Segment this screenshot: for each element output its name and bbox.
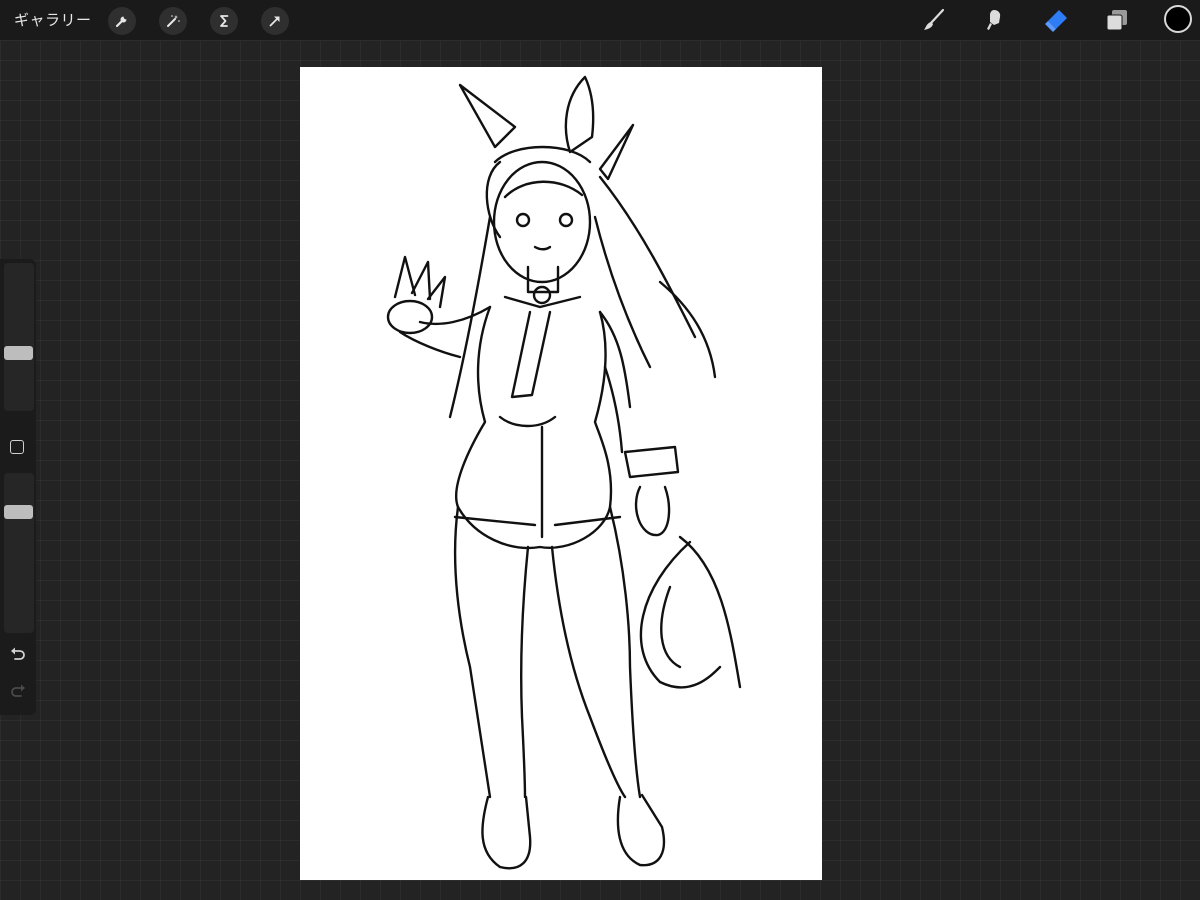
transform-arrow-icon (269, 16, 280, 27)
top-toolbar: ギャラリー (0, 0, 1200, 41)
selection-icon (220, 15, 229, 27)
color-picker-swatch[interactable] (1164, 5, 1192, 33)
left-sidebar (0, 259, 36, 715)
eraser-icon (1045, 10, 1067, 32)
drawing-canvas[interactable] (300, 67, 822, 880)
line-art-sketch (386, 75, 742, 870)
eraser-button[interactable] (1042, 6, 1070, 34)
redo-icon[interactable] (8, 682, 28, 702)
brush-size-handle[interactable] (4, 346, 33, 361)
magic-wand-icon (167, 15, 180, 27)
smudge-button[interactable] (980, 6, 1008, 34)
brush-icon (924, 8, 945, 30)
actions-wrench-button[interactable] (108, 7, 136, 35)
smudge-icon (987, 10, 1001, 30)
brush-size-slider[interactable] (4, 263, 34, 411)
layers-icon (1106, 10, 1127, 31)
selection-button[interactable] (210, 7, 238, 35)
brush-button[interactable] (920, 6, 948, 34)
transform-button[interactable] (261, 7, 289, 35)
opacity-slider[interactable] (4, 473, 34, 633)
gallery-button[interactable]: ギャラリー (14, 9, 92, 31)
undo-icon[interactable] (8, 645, 28, 665)
layers-button[interactable] (1103, 6, 1131, 34)
adjustments-button[interactable] (159, 7, 187, 35)
modify-square-icon[interactable] (10, 440, 24, 454)
wrench-icon (115, 16, 127, 28)
opacity-handle[interactable] (4, 505, 33, 520)
